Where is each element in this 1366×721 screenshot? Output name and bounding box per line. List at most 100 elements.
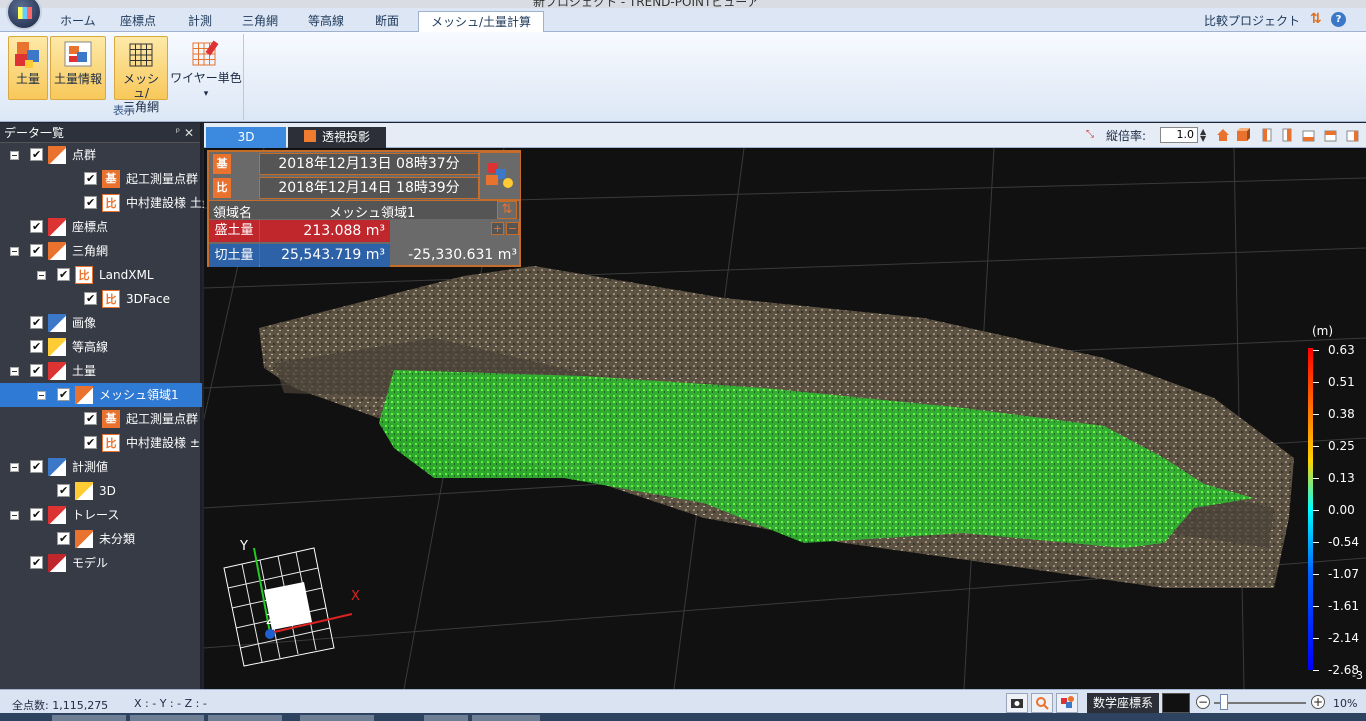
tab-perspective[interactable]: 透視投影	[288, 127, 386, 148]
visibility-checkbox[interactable]	[30, 551, 43, 575]
tree-item[interactable]: 画像	[0, 311, 202, 335]
dataset-badge-icon: 基	[102, 410, 120, 428]
volume-info-button[interactable]: 土量情報	[50, 36, 106, 100]
tree-item[interactable]: 比中村建設様 ±	[0, 431, 202, 455]
tab-home[interactable]: ホーム	[48, 11, 108, 32]
vertical-exaggeration-input[interactable]: 1.0	[1160, 127, 1198, 143]
camera-button[interactable]	[1006, 693, 1028, 713]
tree-item[interactable]: 基起工測量点群	[0, 407, 202, 431]
remove-button[interactable]: −	[506, 222, 519, 235]
spin-arrows-icon[interactable]: ▲ ▼	[1200, 128, 1214, 143]
settings-button[interactable]	[1056, 693, 1078, 713]
tree-item[interactable]: 座標点	[0, 215, 202, 239]
visibility-checkbox[interactable]	[84, 287, 97, 311]
view-right-icon[interactable]	[1280, 128, 1294, 142]
tree-item[interactable]: 点群	[0, 143, 202, 167]
close-icon[interactable]: ✕	[184, 123, 194, 143]
tree-item-label: 計測値	[72, 460, 109, 474]
coordinate-system-button[interactable]: 数学座標系	[1087, 693, 1159, 713]
tree-item[interactable]: 等高線	[0, 335, 202, 359]
zoom-slider-thumb[interactable]	[1220, 694, 1228, 710]
tab-3d[interactable]: 3D	[206, 127, 286, 148]
visibility-checkbox[interactable]	[57, 479, 70, 503]
color-swatch[interactable]	[1162, 693, 1190, 713]
help-icon[interactable]: ?	[1331, 12, 1346, 27]
collapse-toggle-icon[interactable]	[10, 511, 19, 520]
search-button[interactable]	[1031, 693, 1053, 713]
tab-contour[interactable]: 等高線	[296, 11, 356, 32]
tab-mesh-volume[interactable]: メッシュ/土量計算	[418, 11, 545, 33]
pin-icon[interactable]: ᵖ	[176, 123, 180, 143]
tree-item[interactable]: 計測値	[0, 455, 202, 479]
tree-item-label: メッシュ領域1	[99, 388, 179, 402]
tree-item[interactable]: 比 3DFace	[0, 287, 202, 311]
tree-item[interactable]: メッシュ領域1	[0, 383, 202, 407]
tree-item-label: モデル	[72, 556, 109, 570]
view-bottom-icon[interactable]	[1346, 128, 1360, 142]
taskbar-item[interactable]	[52, 715, 126, 721]
tree-item[interactable]: 基起工測量点群（間引	[0, 167, 234, 191]
visibility-checkbox[interactable]	[30, 335, 43, 359]
collapse-toggle-icon[interactable]	[10, 151, 19, 160]
tree-item-label: 三角網	[72, 244, 109, 258]
visibility-checkbox[interactable]	[30, 455, 43, 479]
visibility-checkbox[interactable]	[57, 263, 70, 287]
legend-tick-label: 0.00	[1328, 503, 1355, 517]
view-top-icon[interactable]	[1324, 128, 1338, 142]
data-tree: 点群基起工測量点群（間引比中村建設様 土量座標点三角網比LandXML比3DFa…	[0, 143, 234, 689]
visibility-checkbox[interactable]	[84, 167, 97, 191]
3d-viewport[interactable]: Y X Z (m) 0.63 0.51 0.38 0.25 0.13 0.00 -0.54 -…	[204, 148, 1366, 689]
tree-item[interactable]: 未分類	[0, 527, 202, 551]
collapse-toggle-icon[interactable]	[10, 463, 19, 472]
tab-section[interactable]: 断面	[363, 11, 411, 32]
tree-item[interactable]: 比 LandXML	[0, 263, 202, 287]
volume-button[interactable]: 土量	[8, 36, 48, 100]
collapse-toggle-icon[interactable]	[37, 391, 46, 400]
taskbar-item[interactable]	[300, 715, 374, 721]
mesh-grid-icon	[126, 40, 156, 70]
tree-item[interactable]: 土量	[0, 359, 202, 383]
visibility-checkbox[interactable]	[30, 239, 43, 263]
visibility-checkbox[interactable]	[57, 527, 70, 551]
collapse-toggle-icon[interactable]	[37, 271, 46, 280]
layer-icon	[48, 338, 66, 356]
taskbar-item[interactable]	[208, 715, 282, 721]
wire-single-color-button[interactable]: ワイヤー単色 ▾	[170, 36, 242, 100]
view-back-icon[interactable]	[1302, 128, 1316, 142]
tree-item[interactable]: 三角網	[0, 239, 202, 263]
sort-area-icon[interactable]: ⇅	[497, 201, 517, 219]
tree-item[interactable]: 比中村建設様 土量	[0, 191, 214, 215]
zoom-out-button[interactable]: −	[1196, 695, 1210, 709]
visibility-checkbox[interactable]	[30, 311, 43, 335]
tree-item-label: 3D	[99, 484, 116, 498]
view-left-icon[interactable]	[1260, 128, 1274, 142]
tree-item[interactable]: モデル	[0, 551, 202, 575]
visibility-checkbox[interactable]	[57, 383, 70, 407]
tree-item[interactable]: 3D	[0, 479, 202, 503]
visibility-checkbox[interactable]	[30, 215, 43, 239]
compare-project-button[interactable]: 比較プロジェクト	[1204, 12, 1300, 29]
collapse-toggle-icon[interactable]	[10, 367, 19, 376]
view-front-icon[interactable]	[1236, 128, 1250, 142]
taskbar-item[interactable]	[130, 715, 204, 721]
visibility-checkbox[interactable]	[30, 359, 43, 383]
visibility-checkbox[interactable]	[84, 431, 97, 455]
home-view-icon[interactable]	[1216, 128, 1230, 142]
settings-cubes-icon	[486, 163, 513, 188]
add-button[interactable]: +	[491, 222, 504, 235]
visibility-checkbox[interactable]	[84, 191, 97, 215]
tab-measure[interactable]: 計測	[176, 11, 224, 32]
tab-triangulation[interactable]: 三角網	[230, 11, 290, 32]
settings-cubes-button[interactable]	[479, 152, 521, 200]
mesh-triangulation-button[interactable]: メッシュ/ 三角網	[114, 36, 168, 114]
taskbar-item[interactable]	[424, 715, 468, 721]
tab-coordinate-points[interactable]: 座標点	[108, 11, 168, 32]
sort-icon[interactable]: ⇅	[1310, 11, 1324, 27]
visibility-checkbox[interactable]	[30, 503, 43, 527]
tree-item[interactable]: トレース	[0, 503, 202, 527]
taskbar-item[interactable]	[472, 715, 540, 721]
visibility-checkbox[interactable]	[30, 143, 43, 167]
collapse-toggle-icon[interactable]	[10, 247, 19, 256]
zoom-in-button[interactable]: +	[1311, 695, 1325, 709]
visibility-checkbox[interactable]	[84, 407, 97, 431]
